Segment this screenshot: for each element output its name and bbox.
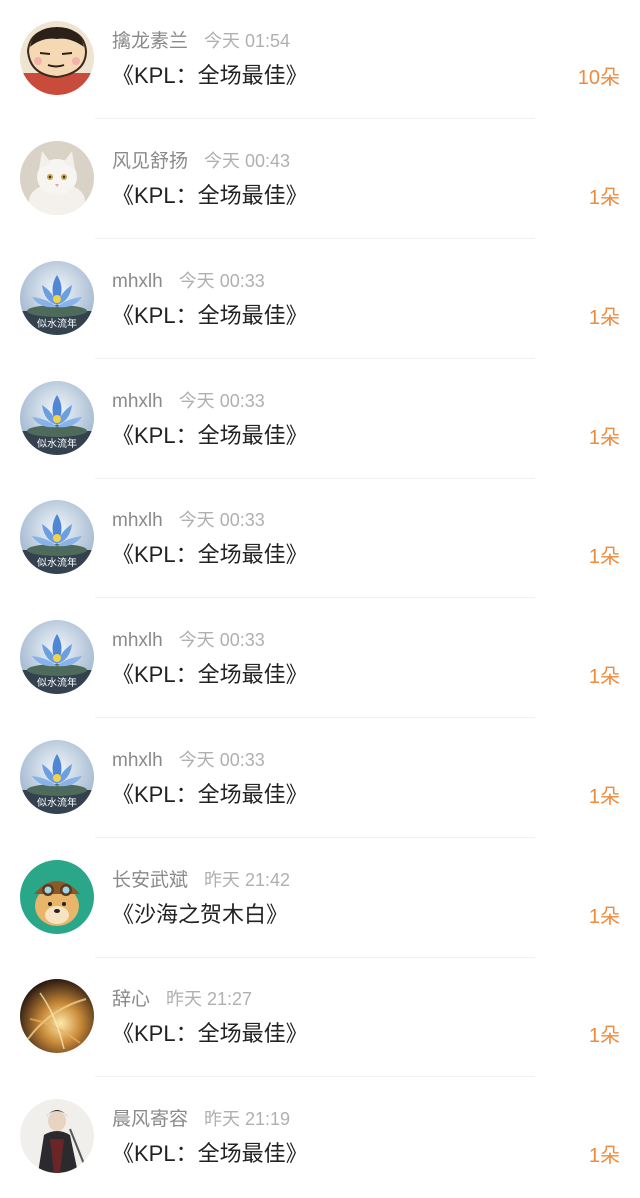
lotus-avatar[interactable]: 似水流年 [20,500,94,574]
flower-count: 1朵 [588,1025,620,1047]
avatar-caption: 似水流年 [37,437,77,450]
gift-time: 今天 00:33 [178,630,265,650]
flower-count: 10朵 [577,67,620,89]
list-item[interactable]: 长安武斌 昨天 21:42 《沙海之贺木白》 1朵 [0,839,640,959]
item-meta: mhxlh 今天 00:33 [112,507,265,533]
flower-count: 1朵 [588,666,620,688]
work-title[interactable]: 《KPL：全场最佳》 [112,1018,308,1050]
list-item[interactable]: 似水流年 mhxlh 今天 00:33 《KPL：全场最佳》 1朵 [0,599,640,719]
gift-time: 今天 01:54 [204,31,291,51]
gift-time: 今天 00:33 [178,271,265,291]
gift-time: 昨天 21:19 [204,1109,291,1129]
divider [95,238,535,239]
gift-list: 擒龙素兰 今天 01:54 《KPL：全场最佳》 10朵 风见舒扬 今天 00:43 [0,0,640,1182]
flower-count: 1朵 [588,427,620,449]
divider [95,717,535,718]
flower-count: 1朵 [588,546,620,568]
ink-warrior-avatar[interactable] [20,1099,94,1173]
gift-time: 昨天 21:42 [204,870,291,890]
user-name[interactable]: 长安武斌 [112,870,188,891]
item-meta: 长安武斌 昨天 21:42 [112,867,290,893]
list-item[interactable]: 辞心 昨天 21:27 《KPL：全场最佳》 1朵 [0,958,640,1078]
work-title[interactable]: 《KPL：全场最佳》 [112,420,308,452]
flower-count: 1朵 [588,786,620,808]
item-meta: mhxlh 今天 00:33 [112,627,265,653]
avatar-caption: 似水流年 [37,676,77,689]
flower-count: 1朵 [588,307,620,329]
divider [95,597,535,598]
list-item[interactable]: 擒龙素兰 今天 01:54 《KPL：全场最佳》 10朵 [0,0,640,120]
gift-time: 今天 00:33 [178,510,265,530]
list-item[interactable]: 似水流年 mhxlh 今天 00:33 《KPL：全场最佳》 1朵 [0,479,640,599]
lotus-avatar[interactable]: 似水流年 [20,381,94,455]
work-title[interactable]: 《KPL：全场最佳》 [112,180,308,212]
work-title[interactable]: 《KPL：全场最佳》 [112,539,308,571]
flower-count: 1朵 [588,1145,620,1167]
avatar-caption: 似水流年 [37,796,77,809]
user-name[interactable]: 晨风寄容 [112,1109,188,1130]
list-item[interactable]: 似水流年 mhxlh 今天 00:33 《KPL：全场最佳》 1朵 [0,240,640,360]
user-name[interactable]: 擒龙素兰 [112,31,188,52]
gift-time: 今天 00:43 [204,151,291,171]
flower-count: 1朵 [588,187,620,209]
gift-time: 今天 00:33 [178,750,265,770]
work-title[interactable]: 《KPL：全场最佳》 [112,60,308,92]
user-name[interactable]: mhxlh [112,510,163,531]
item-meta: 风见舒扬 今天 00:43 [112,148,290,174]
user-name[interactable]: mhxlh [112,630,163,651]
list-item[interactable]: 似水流年 mhxlh 今天 00:33 《KPL：全场最佳》 1朵 [0,360,640,480]
lotus-avatar[interactable]: 似水流年 [20,740,94,814]
user-name[interactable]: mhxlh [112,750,163,771]
work-title[interactable]: 《KPL：全场最佳》 [112,659,308,691]
work-title[interactable]: 《沙海之贺木白》 [112,899,288,931]
item-meta: 擒龙素兰 今天 01:54 [112,28,290,54]
user-name[interactable]: 辞心 [112,989,150,1010]
lotus-avatar[interactable]: 似水流年 [20,620,94,694]
item-meta: mhxlh 今天 00:33 [112,747,265,773]
work-title[interactable]: 《KPL：全场最佳》 [112,779,308,811]
lotus-avatar[interactable]: 似水流年 [20,261,94,335]
doge-pilot-avatar[interactable] [20,860,94,934]
user-name[interactable]: mhxlh [112,271,163,292]
work-title[interactable]: 《KPL：全场最佳》 [112,1138,308,1170]
divider [95,837,535,838]
list-item[interactable]: 风见舒扬 今天 00:43 《KPL：全场最佳》 1朵 [0,120,640,240]
list-item[interactable]: 晨风寄容 昨天 21:19 《KPL：全场最佳》 1朵 [0,1078,640,1198]
white-cat-avatar[interactable] [20,141,94,215]
gift-time: 昨天 21:27 [166,989,253,1009]
divider [95,118,535,119]
golden-light-avatar[interactable] [20,979,94,1053]
user-name[interactable]: 风见舒扬 [112,151,188,172]
user-name[interactable]: mhxlh [112,391,163,412]
item-meta: 晨风寄容 昨天 21:19 [112,1106,290,1132]
work-title[interactable]: 《KPL：全场最佳》 [112,300,308,332]
item-meta: mhxlh 今天 00:33 [112,388,265,414]
item-meta: mhxlh 今天 00:33 [112,268,265,294]
avatar-caption: 似水流年 [37,317,77,330]
cartoon-boy-avatar[interactable] [20,21,94,95]
list-item[interactable]: 似水流年 mhxlh 今天 00:33 《KPL：全场最佳》 1朵 [0,719,640,839]
item-meta: 辞心 昨天 21:27 [112,986,252,1012]
divider [95,1076,535,1077]
divider [95,358,535,359]
flower-count: 1朵 [588,906,620,928]
gift-time: 今天 00:33 [178,391,265,411]
avatar-caption: 似水流年 [37,556,77,569]
